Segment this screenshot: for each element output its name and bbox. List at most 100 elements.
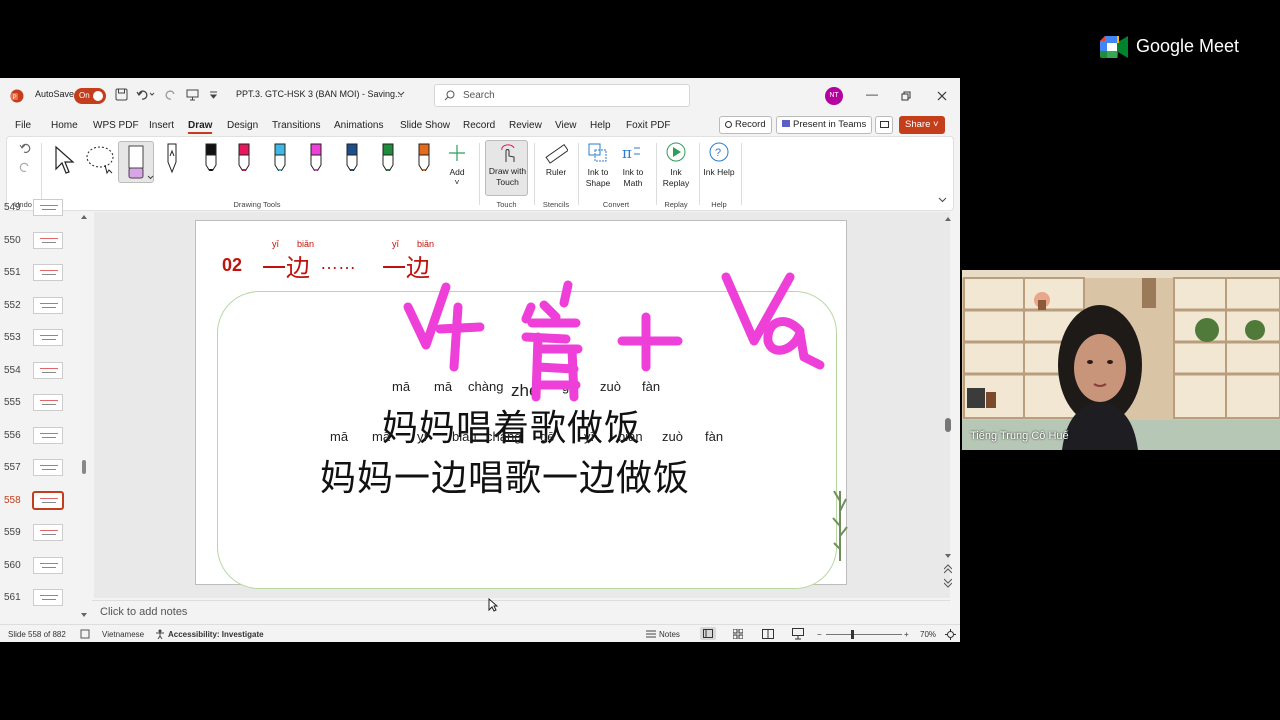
- scroll-up-icon[interactable]: [81, 214, 87, 219]
- record-button[interactable]: Record: [719, 116, 772, 134]
- title-bar: P AutoSave On PPT.3. GTC-HSK 3 (BAN MOI)…: [0, 78, 960, 114]
- scroll-down-icon[interactable]: [945, 554, 951, 559]
- tab-wps-pdf[interactable]: WPS PDF: [93, 120, 139, 131]
- select-arrow-icon[interactable]: [53, 145, 75, 175]
- slide-thumbnail[interactable]: [33, 524, 63, 541]
- reading-view-icon[interactable]: [762, 629, 774, 639]
- collapse-ribbon-icon[interactable]: [938, 197, 947, 203]
- lasso-select-icon[interactable]: [85, 145, 119, 175]
- pen-6-icon[interactable]: [380, 143, 394, 171]
- slide-scroll-thumb[interactable]: [945, 418, 951, 432]
- language-indicator[interactable]: Vietnamese: [102, 630, 144, 639]
- previous-slide-icon[interactable]: [944, 564, 952, 574]
- thumbnail-scroll-thumb[interactable]: [82, 460, 86, 474]
- ruler-icon[interactable]: [544, 142, 568, 166]
- participant-video-tile[interactable]: Tiếng Trung Cô Huế: [962, 270, 1280, 450]
- user-avatar[interactable]: NT: [825, 87, 843, 105]
- accessibility-status[interactable]: Accessibility: Investigate: [168, 630, 264, 639]
- notes-toggle[interactable]: Notes: [659, 630, 680, 639]
- pen-1-icon[interactable]: [203, 143, 217, 171]
- slide-editing-area[interactable]: 02 yī biān yī biān 一边 …… 一边 mā mā chàng zhe…: [94, 212, 952, 598]
- tab-record[interactable]: Record: [463, 120, 495, 131]
- ink-replay-icon[interactable]: [665, 141, 687, 163]
- tab-review[interactable]: Review: [509, 120, 542, 131]
- thumbnail-scrollbar[interactable]: [81, 214, 87, 618]
- current-slide[interactable]: 02 yī biān yī biān 一边 …… 一边 mā mā chàng zhe…: [195, 220, 848, 589]
- pen-5-icon[interactable]: [344, 143, 358, 171]
- tab-transitions[interactable]: Transitions: [272, 120, 321, 131]
- autosave-toggle[interactable]: On: [74, 88, 106, 104]
- pencil-tool-icon[interactable]: [164, 142, 180, 174]
- slideshow-icon[interactable]: [792, 628, 804, 640]
- tab-home[interactable]: Home: [51, 120, 78, 131]
- slide-thumbnail[interactable]: [33, 296, 63, 314]
- slide-thumbnail[interactable]: [33, 459, 63, 476]
- ink-to-shape-label[interactable]: Ink to Shape: [582, 167, 614, 189]
- tab-design[interactable]: Design: [227, 120, 258, 131]
- scroll-down-icon[interactable]: [81, 613, 87, 618]
- redo-icon[interactable]: [19, 161, 31, 173]
- zoom-out-button[interactable]: −: [817, 630, 822, 639]
- eraser-button[interactable]: [118, 141, 154, 183]
- undo-icon[interactable]: [136, 88, 156, 101]
- restore-button[interactable]: [901, 91, 911, 101]
- slide-thumbnail[interactable]: [33, 231, 63, 249]
- tab-slide-show[interactable]: Slide Show: [400, 120, 450, 131]
- ink-to-math-label[interactable]: Ink to Math: [615, 167, 651, 189]
- pen-7-icon[interactable]: [416, 143, 430, 171]
- zoom-level[interactable]: 70%: [920, 630, 936, 639]
- pinyin-syllable: mā: [372, 429, 391, 444]
- undo-icon[interactable]: [19, 142, 31, 154]
- ink-help-label[interactable]: Ink Help: [702, 167, 736, 178]
- zoom-in-button[interactable]: +: [904, 630, 909, 639]
- search-box[interactable]: Search: [434, 84, 690, 107]
- ruler-label[interactable]: Ruler: [537, 167, 575, 178]
- slide-thumbnail[interactable]: [33, 394, 63, 411]
- scroll-up-icon[interactable]: [945, 216, 951, 221]
- slide-thumbnail[interactable]: [32, 490, 64, 510]
- slide-thumbnail[interactable]: [33, 589, 63, 606]
- slide-thumbnail[interactable]: [33, 264, 63, 281]
- slide-thumbnail[interactable]: [33, 199, 63, 216]
- present-from-start-icon[interactable]: [186, 88, 199, 101]
- tab-view[interactable]: View: [555, 120, 577, 131]
- pen-3-icon[interactable]: [272, 143, 286, 171]
- next-slide-icon[interactable]: [944, 578, 952, 588]
- customize-toolbar-icon[interactable]: [209, 90, 218, 99]
- normal-view-button[interactable]: [700, 627, 716, 640]
- spelling-check-icon[interactable]: [80, 629, 90, 639]
- slide-thumbnail[interactable]: [33, 556, 63, 574]
- pen-2-icon[interactable]: [236, 143, 250, 171]
- chevron-down-icon[interactable]: [397, 91, 405, 97]
- save-icon[interactable]: [115, 88, 128, 101]
- close-button[interactable]: [937, 91, 947, 101]
- add-pen-icon[interactable]: [447, 143, 467, 163]
- redo-icon[interactable]: [164, 88, 177, 101]
- zoom-slider[interactable]: [826, 634, 902, 635]
- ink-to-shape-icon[interactable]: [587, 142, 609, 164]
- tab-file[interactable]: File: [15, 120, 31, 131]
- notes-pane[interactable]: Click to add notes: [92, 600, 950, 622]
- present-in-teams-button[interactable]: Present in Teams: [776, 116, 873, 134]
- fit-to-window-icon[interactable]: [945, 629, 956, 640]
- tab-draw[interactable]: Draw: [188, 120, 213, 134]
- tab-help[interactable]: Help: [590, 120, 611, 131]
- share-button[interactable]: Share ˅: [899, 116, 945, 134]
- slide-scrollbar[interactable]: [944, 212, 952, 598]
- slide-thumbnail[interactable]: [33, 329, 63, 346]
- pen-4-icon[interactable]: [308, 143, 322, 171]
- minimize-button[interactable]: —: [866, 87, 878, 101]
- help-icon[interactable]: ?: [708, 141, 730, 163]
- ink-replay-label[interactable]: Ink Replay: [659, 167, 693, 189]
- zoom-slider-thumb[interactable]: [851, 630, 854, 639]
- slide-thumbnail[interactable]: [33, 426, 63, 444]
- document-title[interactable]: PPT.3. GTC-HSK 3 (BAN MOI) - Saving...: [236, 89, 403, 99]
- comments-button[interactable]: [875, 116, 893, 134]
- tab-insert[interactable]: Insert: [149, 120, 174, 131]
- tab-animations[interactable]: Animations: [334, 120, 383, 131]
- ink-to-math-icon[interactable]: π: [620, 142, 644, 164]
- slide-thumbnail[interactable]: [33, 361, 63, 379]
- tab-foxit-pdf[interactable]: Foxit PDF: [626, 120, 670, 131]
- draw-with-touch-button[interactable]: Draw with Touch: [485, 140, 528, 196]
- slide-sorter-icon[interactable]: [733, 629, 743, 639]
